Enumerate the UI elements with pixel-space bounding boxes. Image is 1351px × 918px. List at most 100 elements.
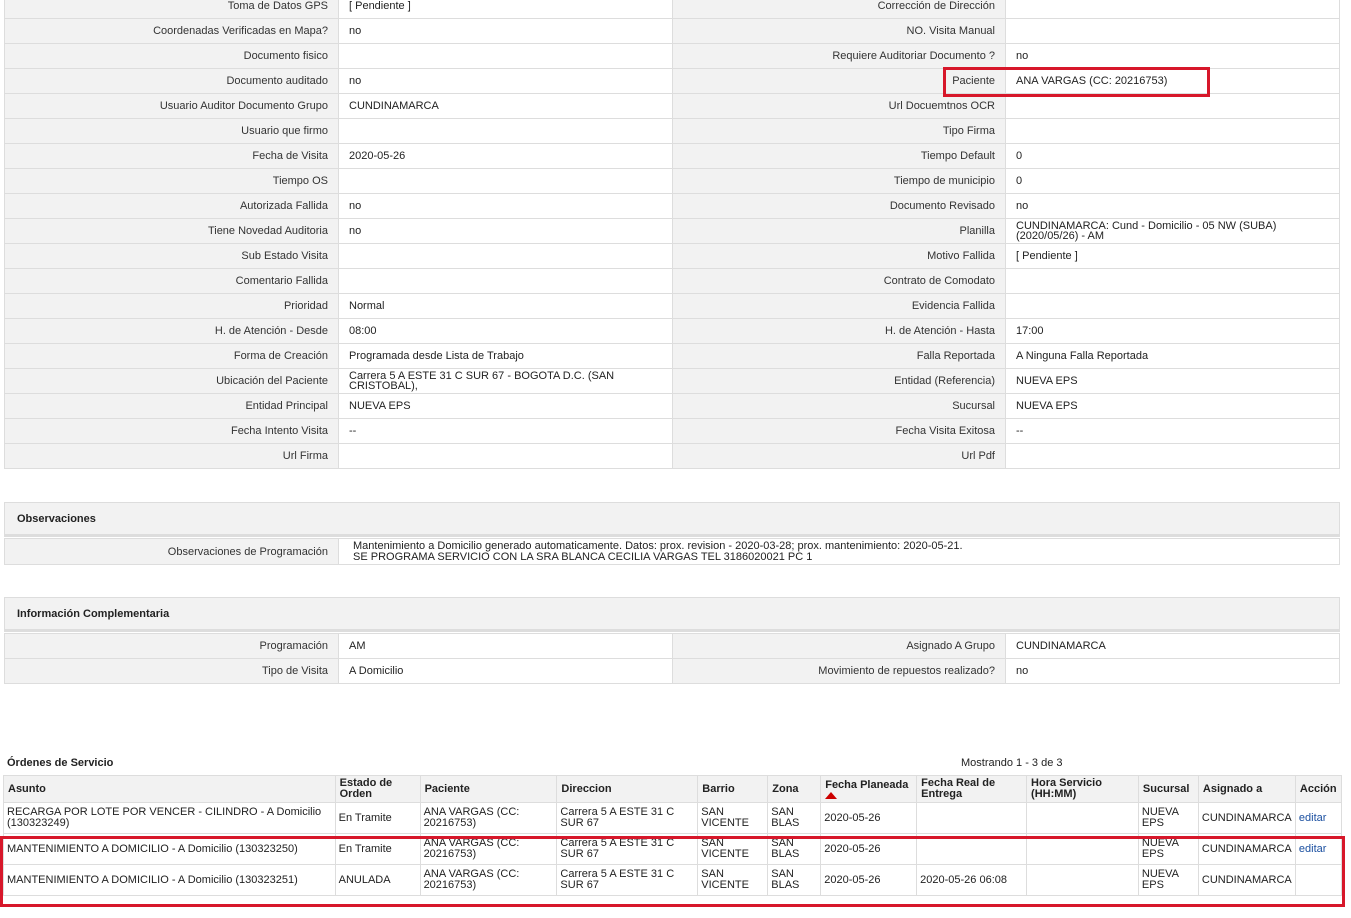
detail-row: Comentario Fallida Contrato de Comodato — [4, 268, 1340, 294]
field-label: Tipo de Visita — [4, 658, 339, 684]
table-cell — [916, 833, 1028, 865]
field-label: Tiempo Default — [672, 143, 1006, 169]
column-header-label: Sucursal — [1142, 782, 1190, 795]
column-header-label: Asunto — [8, 782, 46, 795]
table-cell: SAN VICENTE — [697, 864, 769, 896]
table-row: RECARGA POR LOTE POR VENCER - CILINDRO -… — [3, 802, 1343, 834]
ordenes-count: Mostrando 1 - 3 de 3 — [961, 757, 1063, 769]
table-cell: MANTENIMIENTO A DOMICILIO - A Domicilio … — [3, 864, 336, 896]
sort-ascending-icon[interactable] — [825, 791, 838, 799]
column-header[interactable]: Sucursal — [1137, 775, 1199, 803]
column-header[interactable]: Fecha Real de Entrega — [916, 775, 1028, 803]
field-value: no — [338, 18, 673, 44]
complementaria-grid: Programación AM Asignado A Grupo CUNDINAMAR… — [4, 633, 1340, 684]
field-value: NUEVA EPS — [338, 393, 673, 419]
field-value — [338, 268, 673, 294]
column-header[interactable]: Hora Servicio (HH:MM) — [1026, 775, 1139, 803]
table-cell — [1026, 833, 1139, 865]
detail-row: Autorizada Fallida no Documento Revisado no — [4, 193, 1340, 219]
detail-row: Documento fisico Requiere Auditoriar Docu… — [4, 43, 1340, 69]
field-label: H. de Atención - Hasta — [672, 318, 1006, 344]
field-label: Motivo Fallida — [672, 243, 1006, 269]
field-label: Planilla — [672, 218, 1006, 244]
field-value: no — [1005, 193, 1340, 219]
field-label: Corrección de Dirección — [672, 0, 1006, 19]
field-value: -- — [338, 418, 673, 444]
detail-row: Usuario que firmo Tipo Firma — [4, 118, 1340, 144]
column-header-label: Paciente — [424, 782, 470, 795]
field-label: Ubicación del Paciente — [4, 368, 339, 394]
field-value: no — [338, 218, 673, 244]
field-label: Tiempo OS — [4, 168, 339, 194]
field-label: Asignado A Grupo — [672, 633, 1006, 659]
field-value: ANA VARGAS (CC: 20216753) — [1005, 68, 1340, 94]
table-cell: CUNDINAMARCA — [1197, 833, 1296, 865]
detail-row: Url Firma Url Pdf — [4, 443, 1340, 469]
table-cell: SAN VICENTE — [697, 833, 769, 865]
column-header[interactable]: Asunto — [3, 775, 336, 803]
field-label: Usuario que firmo — [4, 118, 339, 144]
field-value: NUEVA EPS — [1005, 368, 1340, 394]
field-value: [ Pendiente ] — [338, 0, 673, 19]
edit-link[interactable]: editar — [1294, 833, 1343, 865]
ordenes-title: Órdenes de Servicio — [7, 757, 114, 769]
table-cell: NUEVA EPS — [1137, 864, 1199, 896]
field-value: [ Pendiente ] — [1005, 243, 1340, 269]
field-value: CUNDINAMARCA — [1005, 633, 1340, 659]
detail-row: Toma de Datos GPS[ Pendiente ] Corrección… — [4, 0, 1340, 19]
table-row: MANTENIMIENTO A DOMICILIO - A Domicilio … — [3, 833, 1343, 865]
ordenes-table: Asunto Estado de Orden Paciente Direccion Ba… — [3, 775, 1343, 896]
table-cell: Carrera 5 A ESTE 31 C SUR 67 — [556, 833, 699, 865]
field-label: Toma de Datos GPS — [4, 0, 339, 19]
column-header-label: Asignado a — [1202, 782, 1263, 795]
field-label: Sucursal — [672, 393, 1006, 419]
field-value: no — [1005, 658, 1340, 684]
field-value: 08:00 — [338, 318, 673, 344]
field-label: Forma de Creación — [4, 343, 339, 369]
field-label: Autorizada Fallida — [4, 193, 339, 219]
field-value — [1005, 118, 1340, 144]
field-label: Tipo Firma — [672, 118, 1006, 144]
field-label: Movimiento de repuestos realizado? — [672, 658, 1006, 684]
field-value: A Domicilio — [338, 658, 673, 684]
column-header[interactable]: Direccion — [556, 775, 699, 803]
table-cell: SAN BLAS — [767, 864, 822, 896]
observaciones-row: Observaciones de Programación Mantenimie… — [4, 538, 1340, 565]
field-value: AM — [338, 633, 673, 659]
field-label: Prioridad — [4, 293, 339, 319]
visit-details-grid: Toma de Datos GPS[ Pendiente ] Corrección… — [4, 0, 1340, 469]
column-header[interactable]: Acción — [1294, 775, 1343, 803]
detail-row: Fecha de Visita 2020-05-26 Tiempo Default 0 — [4, 143, 1340, 169]
table-cell: SAN BLAS — [767, 833, 822, 865]
column-header[interactable]: Asignado a — [1197, 775, 1296, 803]
field-value — [338, 118, 673, 144]
field-label: Documento auditado — [4, 68, 339, 94]
column-header[interactable]: Fecha Planeada — [820, 775, 918, 803]
detail-row: Tiempo OS Tiempo de municipio 0 — [4, 168, 1340, 194]
detail-row: Ubicación del Paciente Carrera 5 A ESTE 3… — [4, 368, 1340, 394]
table-cell: Carrera 5 A ESTE 31 C SUR 67 — [556, 802, 699, 834]
field-value — [1005, 443, 1340, 469]
field-label: Coordenadas Verificadas en Mapa? — [4, 18, 339, 44]
field-value: CUNDINAMARCA — [338, 93, 673, 119]
field-value — [1005, 18, 1340, 44]
column-header[interactable]: Zona — [767, 775, 822, 803]
column-header[interactable]: Barrio — [697, 775, 769, 803]
edit-link[interactable]: editar — [1294, 802, 1343, 834]
observaciones-header: Observaciones — [4, 502, 1340, 537]
column-header-label: Acción — [1299, 782, 1337, 795]
field-label: Sub Estado Visita — [4, 243, 339, 269]
field-value: 0 — [1005, 168, 1340, 194]
field-value: NUEVA EPS — [1005, 393, 1340, 419]
column-header[interactable]: Paciente — [419, 775, 558, 803]
field-value: 0 — [1005, 143, 1340, 169]
field-value — [338, 243, 673, 269]
column-header[interactable]: Estado de Orden — [334, 775, 421, 803]
field-value: 2020-05-26 — [338, 143, 673, 169]
table-cell — [1026, 802, 1139, 834]
field-label: H. de Atención - Desde — [4, 318, 339, 344]
detail-row: Programación AM Asignado A Grupo CUNDINAMAR… — [4, 633, 1340, 659]
detail-row: Coordenadas Verificadas en Mapa? no NO. Vi… — [4, 18, 1340, 44]
field-label: Documento Revisado — [672, 193, 1006, 219]
edit-link — [1294, 864, 1343, 896]
